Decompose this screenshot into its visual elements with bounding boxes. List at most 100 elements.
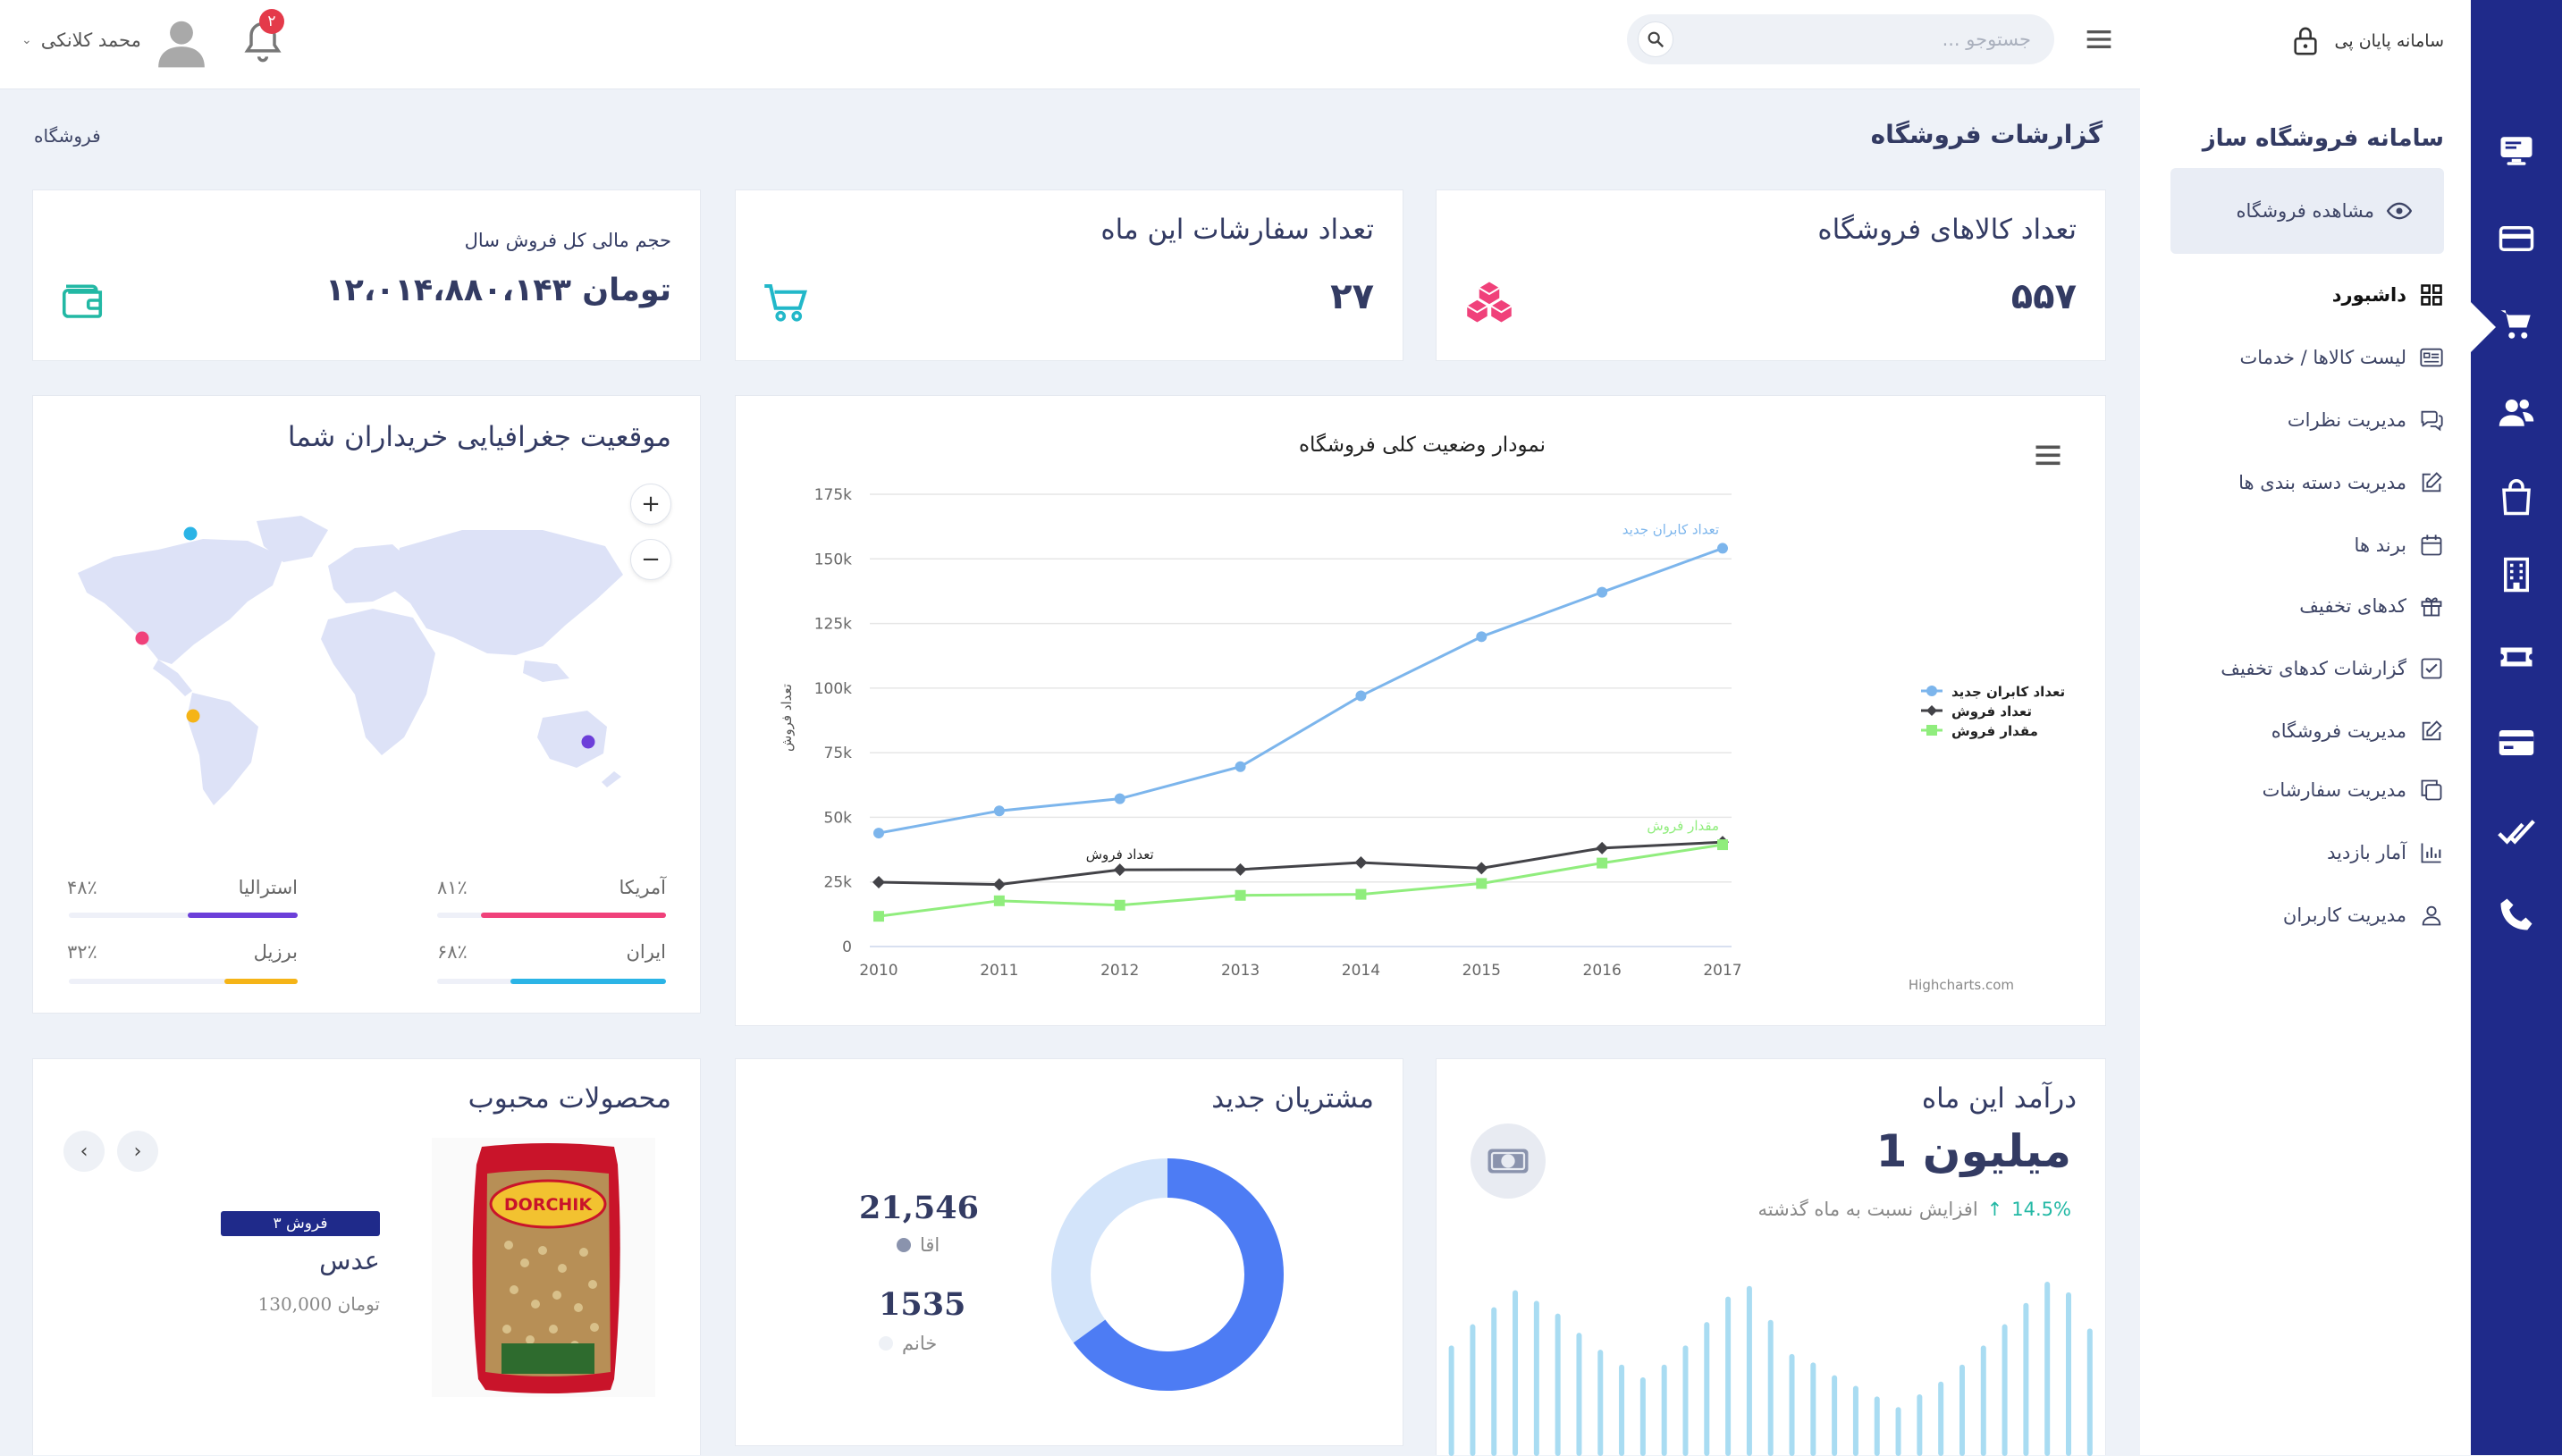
search-input[interactable]	[1693, 14, 2033, 64]
sidebar-item-label: مدیریت سفارشات	[2262, 779, 2406, 801]
boxes-icon	[1466, 282, 1513, 323]
data-point	[1355, 690, 1367, 702]
revenue-bar	[1852, 1385, 1858, 1456]
icon-rail	[2469, 0, 2562, 1455]
revenue-bar	[1470, 1324, 1476, 1456]
avatar[interactable]	[154, 14, 209, 70]
brazil-marker	[186, 709, 200, 723]
sidebar-item-label: کدهای تخفیف	[2299, 595, 2406, 617]
shopping-bag-icon[interactable]	[2494, 476, 2539, 520]
sidebar-item-visit-stats[interactable]: آمار بازدید	[2327, 833, 2444, 872]
zoom-in-button[interactable]: +	[630, 484, 671, 525]
monitor-icon[interactable]	[2494, 129, 2539, 173]
country-name: استرالیا	[238, 877, 298, 898]
product-price: 130,000 تومان	[257, 1293, 380, 1315]
data-point	[1234, 863, 1247, 876]
ticket-icon[interactable]	[2494, 635, 2539, 679]
copy-icon	[2421, 779, 2442, 801]
revenue-bar	[2044, 1282, 2051, 1456]
x-tick-label: 2012	[1100, 962, 1139, 980]
brand[interactable]: سامانه پایان پی	[2290, 23, 2444, 59]
building-icon[interactable]	[2494, 552, 2539, 597]
sidebar-item-discounts[interactable]: کدهای تخفیف	[2299, 586, 2444, 626]
user-name: محمد کلانکی	[40, 29, 141, 51]
world-map[interactable]	[60, 503, 650, 807]
sidebar-item-orders[interactable]: مدیریت سفارشات	[2263, 770, 2444, 810]
sidebar-item-products[interactable]: لیست کالاها / خدمات	[2240, 338, 2444, 377]
stat-value: ۱۲،۰۱۴،۸۸۰،۱۴۳ تومان	[325, 273, 671, 308]
country-name: برزیل	[253, 941, 298, 963]
lock-icon	[2293, 27, 2317, 55]
gift-icon	[2421, 597, 2442, 617]
view-shop-button[interactable]: مشاهده فروشگاه	[2170, 168, 2444, 254]
carousel-next-button[interactable]: ›	[117, 1131, 158, 1172]
legend-label: تعداد فروش	[1951, 703, 2032, 720]
card-icon[interactable]	[2494, 720, 2539, 765]
credit-card-icon[interactable]	[2494, 216, 2539, 261]
breadcrumb[interactable]: فروشگاه	[34, 125, 101, 147]
users-icon[interactable]	[2494, 390, 2539, 434]
zoom-out-button[interactable]: −	[630, 539, 671, 580]
country-bar-fill	[510, 979, 666, 984]
data-point	[1475, 862, 1488, 875]
monthly-revenue-card: درآمد این ماه 1 میلیون افزایش نسبت به ما…	[1436, 1058, 2106, 1456]
cart-icon[interactable]	[2494, 302, 2539, 347]
cart-icon	[764, 283, 808, 322]
sidebar-menu: سامانه پایان پی سامانه فروشگاه ساز مشاهد…	[2140, 0, 2471, 1455]
hamburger-menu-icon[interactable]	[2081, 21, 2117, 57]
data-point	[1235, 889, 1246, 901]
double-check-icon[interactable]	[2494, 810, 2539, 854]
data-point	[1355, 888, 1367, 900]
female-label: خانم	[902, 1333, 938, 1354]
money-icon	[1471, 1124, 1546, 1199]
sidebar-item-discount-reports[interactable]: گزارشات کدهای تخفیف	[2221, 649, 2444, 688]
carousel-prev-button[interactable]: ‹	[63, 1131, 105, 1172]
chevron-down-icon: ⌄	[21, 33, 32, 47]
country-bar	[69, 913, 298, 918]
revenue-change: افزایش نسبت به ماه گذشته ↑ 14.5%	[1758, 1199, 2071, 1220]
data-point	[873, 828, 884, 839]
sidebar-item-comments[interactable]: مدیریت نظرات	[2288, 400, 2444, 440]
revenue-bar	[1661, 1364, 1667, 1456]
revenue-bar	[2066, 1292, 2072, 1456]
revenue-bar	[2086, 1328, 2093, 1456]
sidebar-item-label: مدیریت کاربران	[2282, 905, 2406, 926]
sidebar-item-label: لیست کالاها / خدمات	[2239, 347, 2406, 368]
user-menu[interactable]: ⌄ محمد کلانکی	[21, 23, 141, 57]
legend-label: مقدار فروش	[1951, 723, 2038, 739]
sidebar-item-label: گزارشات کدهای تخفیف	[2221, 658, 2406, 679]
country-bar	[69, 979, 298, 984]
data-point	[1235, 761, 1246, 772]
view-shop-label: مشاهده فروشگاه	[2236, 200, 2374, 222]
revenue-bar	[1832, 1375, 1838, 1456]
sidebar-item-shop-management[interactable]: مدیریت فروشگاه	[2271, 711, 2444, 751]
series-label: تعداد فروش	[1086, 846, 1154, 863]
line-chart: نمودار وضعیت کلی فروشگاه 0 25k 50k 75k 100k 12…	[779, 433, 2065, 993]
y-tick-label: 25k	[824, 874, 853, 892]
product-image[interactable]: DORCHIK	[432, 1138, 655, 1397]
search-icon[interactable]	[1638, 21, 1673, 57]
eye-icon	[2387, 202, 2412, 220]
y-tick-label: 175k	[814, 486, 852, 504]
x-tick-label: 2010	[859, 962, 898, 980]
sales-badge: ۳ فروش	[221, 1211, 380, 1236]
new-customers-card: مشتریان جدید 21,546 اقا 1535 خانم	[735, 1058, 1403, 1446]
x-tick-label: 2013	[1221, 962, 1260, 980]
chart-credit: Highcharts.com	[1909, 977, 2014, 993]
x-tick-label: 2011	[980, 962, 1018, 980]
chart-title: نمودار وضعیت کلی فروشگاه	[1299, 433, 1546, 457]
revenue-bar	[1576, 1333, 1582, 1456]
country-percent: ۸۱٪	[437, 877, 468, 898]
calendar-icon	[2421, 534, 2442, 556]
sidebar-item-categories[interactable]: مدیریت دسته بندی ها	[2238, 463, 2444, 502]
sidebar-item-brands[interactable]: برند ها	[2355, 526, 2444, 565]
card-title: محصولات محبوب	[468, 1082, 671, 1115]
brand-name: سامانه پایان پی	[2334, 31, 2444, 51]
sidebar-item-dashboard[interactable]: داشبورد	[2332, 275, 2444, 315]
data-point	[872, 876, 885, 889]
phone-icon[interactable]	[2494, 892, 2539, 937]
product-name[interactable]: عدس	[319, 1245, 380, 1275]
data-point	[992, 878, 1006, 891]
sidebar-item-users[interactable]: مدیریت کاربران	[2283, 896, 2444, 935]
america-marker	[135, 631, 149, 645]
